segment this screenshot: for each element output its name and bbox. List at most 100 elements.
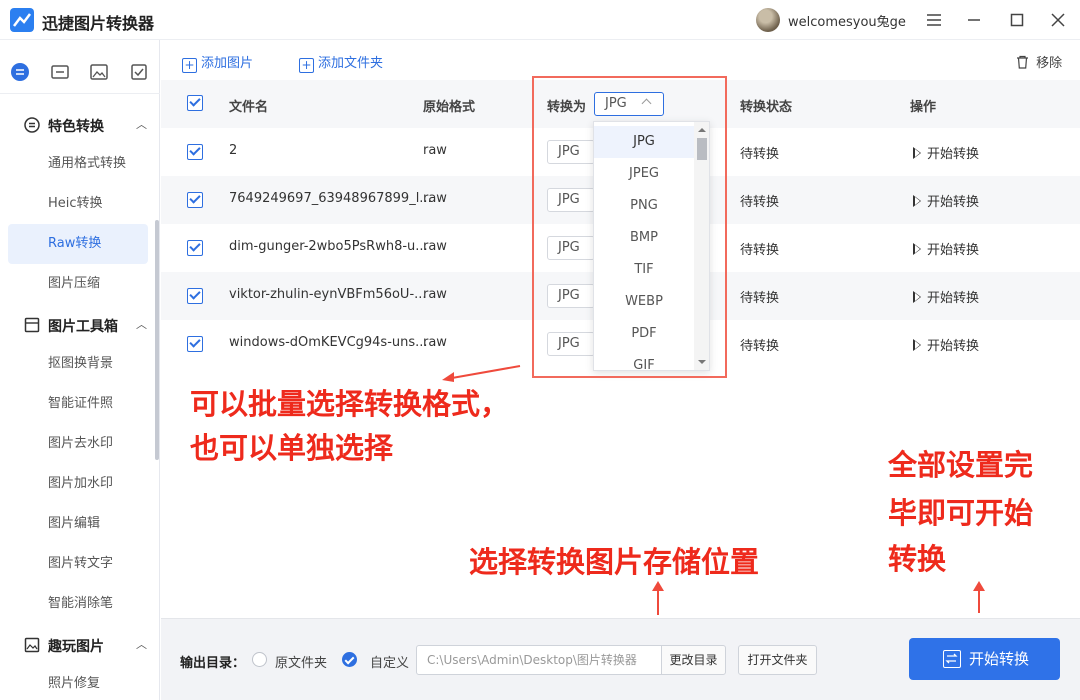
group-label: 特色转换 bbox=[48, 119, 104, 135]
row-orig-format: raw bbox=[423, 335, 447, 350]
play-icon bbox=[913, 243, 921, 255]
convert-icon[interactable] bbox=[10, 62, 30, 82]
image-icon[interactable] bbox=[89, 62, 109, 82]
radio-original-folder[interactable] bbox=[252, 652, 267, 667]
maximize-icon[interactable] bbox=[1005, 8, 1029, 32]
menu-icon[interactable] bbox=[922, 8, 946, 32]
annotation-batch-line2: 也可以单独选择 bbox=[190, 431, 394, 465]
username[interactable]: welcomesyou兔ge bbox=[788, 11, 906, 30]
app-title: 迅捷图片转换器 bbox=[42, 14, 155, 33]
row-start-label: 开始转换 bbox=[927, 339, 980, 354]
remove-button[interactable]: 移除 bbox=[1016, 52, 1062, 71]
annotation-done-line2: 毕即可开始 bbox=[888, 496, 1034, 530]
row-filename: dim-gunger-2wbo5PsRwh8-u... bbox=[229, 239, 428, 254]
title-bar: 迅捷图片转换器 welcomesyou兔ge bbox=[0, 0, 1080, 40]
select-all-checkbox[interactable] bbox=[187, 95, 203, 111]
header-status: 转换状态 bbox=[740, 100, 793, 115]
chevron-up-icon[interactable]: ︿ bbox=[136, 636, 147, 652]
highlight-format-column bbox=[532, 76, 727, 378]
header-action: 操作 bbox=[910, 100, 937, 115]
row-start-button[interactable]: 开始转换 bbox=[913, 191, 979, 210]
sidebar: 特色转换 ︿ 通用格式转换 Heic转换 Raw转换 图片压缩 图片工具箱 ︿ … bbox=[0, 40, 160, 700]
play-icon bbox=[913, 291, 921, 303]
sidebar-item-raw-convert[interactable]: Raw转换 bbox=[8, 224, 148, 264]
output-path-input[interactable]: C:\Users\Admin\Desktop\图片转换器 bbox=[416, 645, 662, 675]
sidebar-item-add-watermark[interactable]: 图片加水印 bbox=[8, 464, 148, 504]
plus-icon: + bbox=[182, 58, 197, 73]
row-start-label: 开始转换 bbox=[927, 291, 980, 306]
checklist-icon[interactable] bbox=[129, 62, 149, 82]
row-orig-format: raw bbox=[423, 191, 447, 206]
annotation-done-line3: 转换 bbox=[888, 542, 947, 576]
row-checkbox[interactable] bbox=[187, 240, 203, 256]
sidebar-item-image-edit[interactable]: 图片编辑 bbox=[8, 504, 148, 544]
annotation-done-line1: 全部设置完 bbox=[888, 448, 1034, 482]
chevron-up-icon[interactable]: ︿ bbox=[136, 116, 147, 132]
remove-label: 移除 bbox=[1036, 56, 1063, 71]
convert-icon bbox=[943, 650, 961, 668]
image-icon bbox=[24, 637, 40, 653]
row-filename: windows-dOmKEVCg94s-uns... bbox=[229, 335, 428, 350]
app-logo-icon bbox=[10, 8, 34, 32]
row-start-button[interactable]: 开始转换 bbox=[913, 287, 979, 306]
add-folder-button[interactable]: + 添加文件夹 bbox=[299, 52, 383, 73]
row-start-button[interactable]: 开始转换 bbox=[913, 143, 979, 162]
sidebar-scrollbar[interactable] bbox=[155, 220, 159, 460]
sidebar-item-smart-eraser[interactable]: 智能消除笔 bbox=[8, 584, 148, 624]
sidebar-top-icons bbox=[0, 50, 160, 94]
row-start-button[interactable]: 开始转换 bbox=[913, 335, 979, 354]
row-start-label: 开始转换 bbox=[927, 243, 980, 258]
row-filename: 7649249697_63948967899_l... bbox=[229, 191, 432, 206]
row-status: 待转换 bbox=[740, 195, 780, 210]
minimize-icon[interactable] bbox=[962, 8, 986, 32]
row-start-button[interactable]: 开始转换 bbox=[913, 239, 979, 258]
header-orig-format: 原始格式 bbox=[423, 100, 476, 115]
add-image-button[interactable]: + 添加图片 bbox=[182, 52, 253, 73]
group-label: 图片工具箱 bbox=[48, 319, 118, 335]
row-status: 待转换 bbox=[740, 291, 780, 306]
annotation-arrow-icon bbox=[442, 365, 521, 382]
group-label: 趣玩图片 bbox=[48, 639, 104, 655]
toolbox-icon bbox=[24, 317, 40, 333]
row-filename: viktor-zhulin-eynVBFm56oU-... bbox=[229, 287, 427, 302]
app-window: 迅捷图片转换器 welcomesyou兔ge 特色转换 ︿ 通用格式转换 Hei… bbox=[0, 0, 1080, 700]
row-checkbox[interactable] bbox=[187, 192, 203, 208]
row-status: 待转换 bbox=[740, 339, 780, 354]
annotation-arrow-up-icon bbox=[973, 581, 985, 613]
sidebar-item-id-photo[interactable]: 智能证件照 bbox=[8, 384, 148, 424]
play-icon bbox=[913, 339, 921, 351]
row-orig-format: raw bbox=[423, 239, 447, 254]
radio-custom-folder-label[interactable]: 自定义 bbox=[370, 652, 409, 671]
toolbox-icon[interactable] bbox=[50, 62, 70, 82]
chevron-up-icon[interactable]: ︿ bbox=[136, 316, 147, 332]
add-image-label: 添加图片 bbox=[201, 56, 254, 71]
close-icon[interactable] bbox=[1046, 8, 1070, 32]
annotation-batch-line1: 可以批量选择转换格式， bbox=[190, 387, 510, 421]
convert-icon bbox=[24, 117, 40, 133]
start-convert-label: 开始转换 bbox=[969, 650, 1030, 668]
sidebar-item-remove-watermark[interactable]: 图片去水印 bbox=[8, 424, 148, 464]
radio-custom-folder[interactable] bbox=[342, 652, 357, 667]
row-checkbox[interactable] bbox=[187, 288, 203, 304]
open-folder-button[interactable]: 打开文件夹 bbox=[738, 645, 817, 675]
radio-original-folder-label[interactable]: 原文件夹 bbox=[275, 652, 327, 671]
row-checkbox[interactable] bbox=[187, 144, 203, 160]
avatar[interactable] bbox=[756, 8, 780, 32]
row-orig-format: raw bbox=[423, 143, 447, 158]
row-status: 待转换 bbox=[740, 147, 780, 162]
sidebar-item-photo-repair[interactable]: 照片修复 bbox=[8, 664, 148, 700]
row-status: 待转换 bbox=[740, 243, 780, 258]
row-start-label: 开始转换 bbox=[927, 195, 980, 210]
sidebar-item-image-to-text[interactable]: 图片转文字 bbox=[8, 544, 148, 584]
row-orig-format: raw bbox=[423, 287, 447, 302]
start-convert-button[interactable]: 开始转换 bbox=[909, 638, 1060, 680]
change-dir-button[interactable]: 更改目录 bbox=[661, 645, 726, 675]
header-filename: 文件名 bbox=[229, 100, 269, 115]
row-checkbox[interactable] bbox=[187, 336, 203, 352]
sidebar-item-image-compress[interactable]: 图片压缩 bbox=[8, 264, 148, 304]
play-icon bbox=[913, 147, 921, 159]
sidebar-item-cutout[interactable]: 抠图换背景 bbox=[8, 344, 148, 384]
sidebar-item-heic-convert[interactable]: Heic转换 bbox=[8, 184, 148, 224]
sidebar-item-general-convert[interactable]: 通用格式转换 bbox=[8, 144, 148, 184]
play-icon bbox=[913, 195, 921, 207]
